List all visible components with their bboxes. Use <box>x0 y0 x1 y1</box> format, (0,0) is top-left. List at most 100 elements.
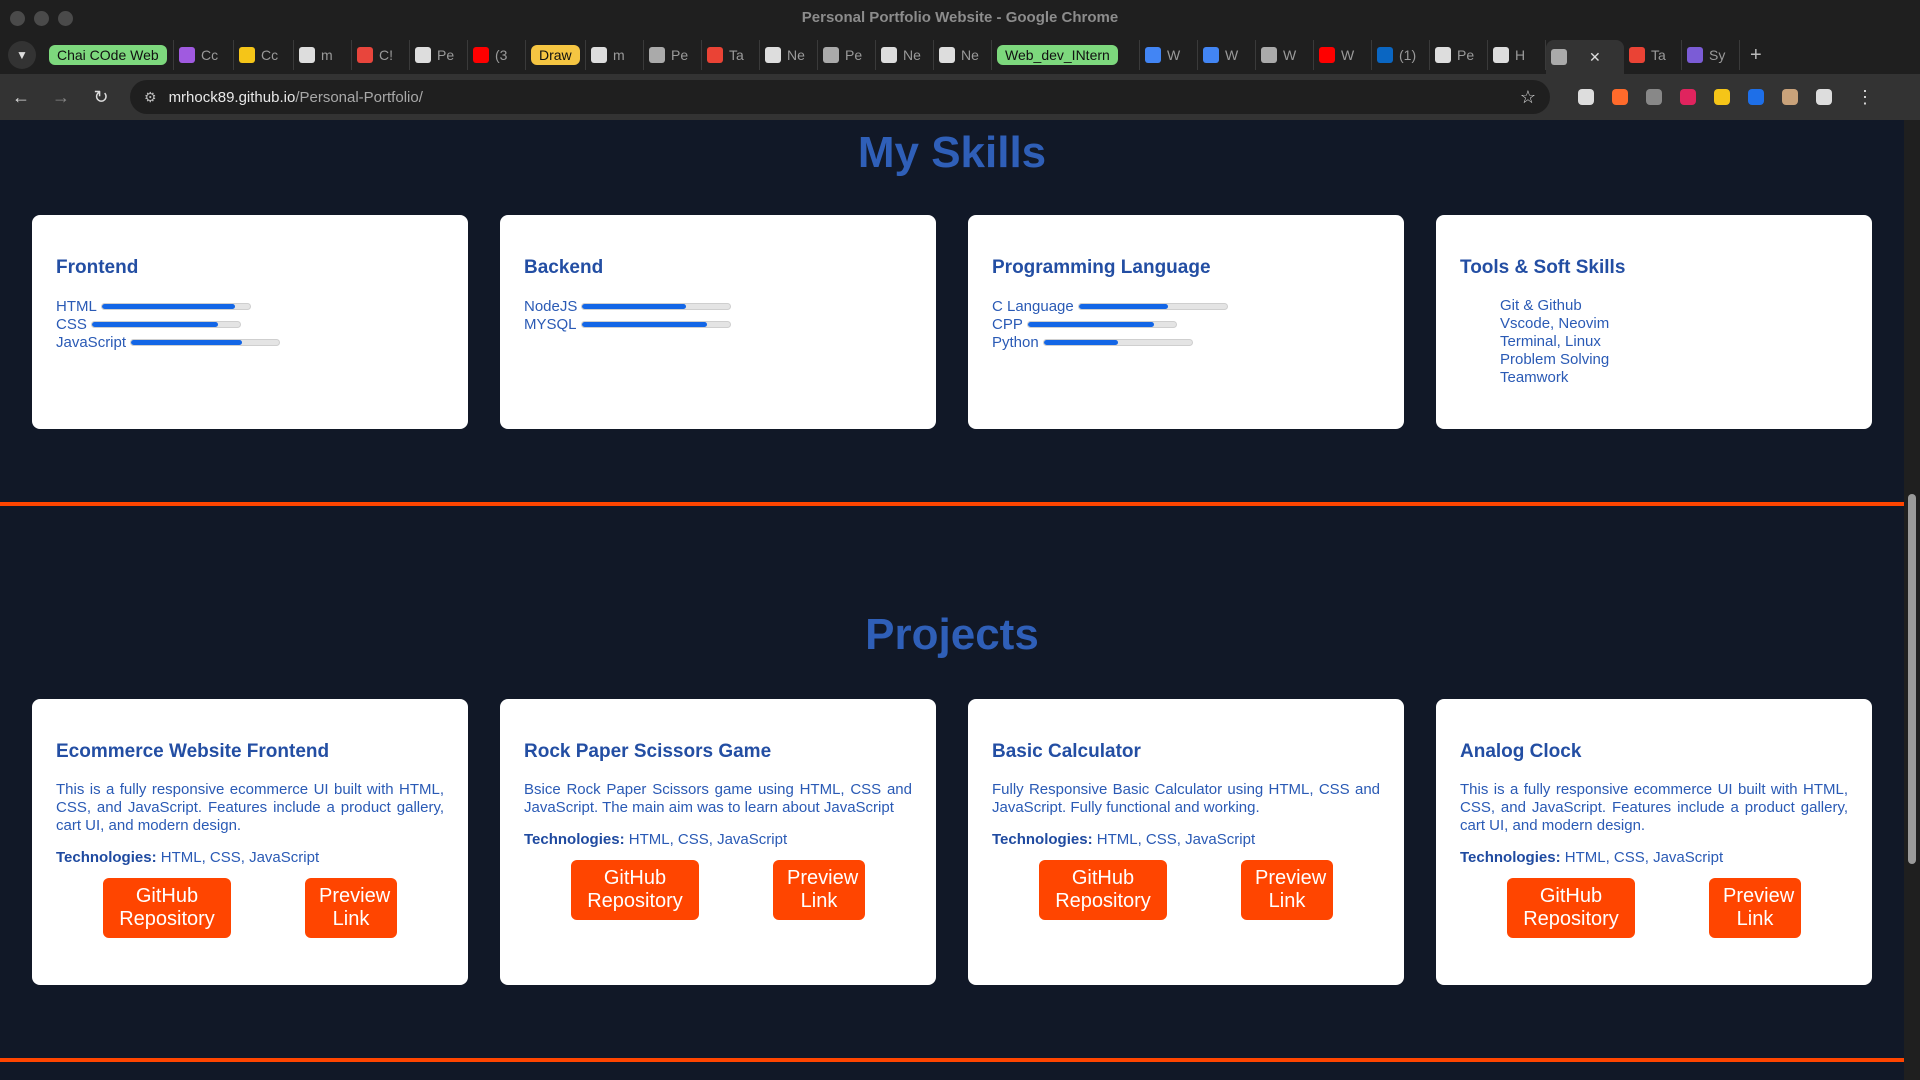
browser-tab[interactable]: Web_dev_INtern <box>992 40 1140 70</box>
extension-icon[interactable] <box>1578 89 1594 105</box>
extension-icon[interactable] <box>1612 89 1628 105</box>
browser-tab[interactable]: Draw <box>526 40 586 70</box>
browser-tab[interactable]: Sy <box>1682 40 1740 70</box>
project-title: Basic Calculator <box>992 741 1141 762</box>
favicon-icon <box>1435 47 1451 63</box>
tab-strip: ▼ Chai COde Web Cc Cc m C! Pe (3 Draw m Pe Ta Ne Pe N… <box>0 36 1920 74</box>
extension-icon[interactable] <box>1680 89 1696 105</box>
browser-tab[interactable]: Ta <box>702 40 760 70</box>
preview-link-button[interactable]: Preview Link <box>773 860 865 920</box>
address-bar[interactable]: ⚙ mrhock89.github.io/Personal-Portfolio/… <box>130 80 1550 114</box>
projects-title: Projects <box>865 610 1039 659</box>
browser-tab[interactable]: W <box>1198 40 1256 70</box>
skill-progress-fill <box>1027 321 1154 327</box>
skill-name: JavaScript <box>56 333 127 351</box>
browser-tab[interactable]: W <box>1314 40 1372 70</box>
site-info-icon[interactable]: ⚙ <box>144 89 157 106</box>
favicon-icon <box>357 47 373 63</box>
browser-tab[interactable]: Pe <box>410 40 468 70</box>
skill-progress-bar <box>1026 320 1177 328</box>
scrollbar-thumb[interactable] <box>1908 494 1916 864</box>
browser-tab[interactable]: C! <box>352 40 410 70</box>
favicon-icon <box>881 47 897 63</box>
skill-progress-bar <box>1077 302 1228 310</box>
menu-dots-icon[interactable]: ⋮ <box>1856 87 1874 108</box>
extension-icon[interactable] <box>1782 89 1798 105</box>
browser-tab[interactable]: Ne <box>876 40 934 70</box>
extension-icon[interactable] <box>1748 89 1764 105</box>
forward-button[interactable]: → <box>50 87 72 108</box>
github-repository-button[interactable]: GitHub Repository <box>571 860 699 920</box>
browser-tab[interactable]: Ne <box>934 40 992 70</box>
tab-group-label: Web_dev_INtern <box>997 45 1118 65</box>
skill-row: Python <box>992 333 1380 351</box>
tab-label: W <box>1225 47 1239 63</box>
technologies-value: HTML, CSS, JavaScript <box>1096 831 1256 848</box>
preview-link-button[interactable]: Preview Link <box>1709 878 1801 938</box>
browser-tab[interactable]: Pe <box>818 40 876 70</box>
tab-label: Ta <box>729 47 744 63</box>
browser-tab[interactable]: m <box>586 40 644 70</box>
project-title: Analog Clock <box>1460 741 1582 762</box>
skill-name: HTML <box>56 297 97 315</box>
skill-name: Python <box>992 333 1039 351</box>
skill-card-backend: Backend NodeJS MYSQL <box>500 215 936 429</box>
extension-icon[interactable] <box>1646 89 1662 105</box>
browser-tab[interactable]: ✕ <box>1546 40 1624 74</box>
maximize-window-button[interactable] <box>58 10 73 26</box>
skill-progress-fill <box>131 339 243 345</box>
skill-name: MYSQL <box>524 315 577 333</box>
github-repository-button[interactable]: GitHub Repository <box>1039 860 1167 920</box>
github-repository-button[interactable]: GitHub Repository <box>1507 878 1635 938</box>
favicon-icon <box>707 47 723 63</box>
skill-name: CPP <box>992 315 1023 333</box>
favicon-icon <box>415 47 431 63</box>
browser-tab[interactable]: Ta <box>1624 40 1682 70</box>
section-divider <box>0 502 1904 506</box>
browser-tab[interactable]: (1) <box>1372 40 1430 70</box>
close-window-button[interactable] <box>10 10 25 26</box>
new-tab-button[interactable]: + <box>1750 44 1762 67</box>
page-scrollbar[interactable] <box>1904 120 1920 1080</box>
skill-progress-bar <box>581 302 732 310</box>
github-repository-button[interactable]: GitHub Repository <box>103 878 231 938</box>
browser-tab[interactable]: (3 <box>468 40 526 70</box>
browser-tab[interactable]: Pe <box>1430 40 1488 70</box>
favicon-icon <box>649 47 665 63</box>
back-button[interactable]: ← <box>10 87 32 108</box>
skill-progress-fill <box>581 321 708 327</box>
tab-label: Ta <box>1651 47 1666 63</box>
minimize-window-button[interactable] <box>34 10 49 26</box>
project-card: Basic Calculator Fully Responsive Basic C… <box>968 699 1404 985</box>
extension-icon[interactable] <box>1816 89 1832 105</box>
project-description: This is a fully responsive ecommerce UI … <box>56 781 444 834</box>
browser-tab[interactable]: H <box>1488 40 1546 70</box>
browser-tab[interactable]: Pe <box>644 40 702 70</box>
browser-tab[interactable]: W <box>1140 40 1198 70</box>
project-buttons: GitHub Repository Preview Link <box>1460 878 1848 938</box>
favicon-icon <box>1145 47 1161 63</box>
tab-search-button[interactable]: ▼ <box>8 41 36 69</box>
browser-tab[interactable]: m <box>294 40 352 70</box>
browser-tab[interactable]: Cc <box>174 40 234 70</box>
bookmark-star-icon[interactable]: ☆ <box>1520 87 1536 108</box>
address-url[interactable]: mrhock89.github.io/Personal-Portfolio/ <box>169 89 423 106</box>
close-tab-icon[interactable]: ✕ <box>1589 49 1601 66</box>
browser-tab[interactable]: W <box>1256 40 1314 70</box>
technologies-label: Technologies: <box>524 831 625 848</box>
tab-label: W <box>1283 47 1297 63</box>
browser-tab[interactable]: Cc <box>234 40 294 70</box>
preview-link-button[interactable]: Preview Link <box>305 878 397 938</box>
browser-toolbar: ← → ↻ ⚙ mrhock89.github.io/Personal-Port… <box>0 74 1920 120</box>
favicon-icon <box>765 47 781 63</box>
browser-tab[interactable]: Ne <box>760 40 818 70</box>
reload-button[interactable]: ↻ <box>90 87 112 108</box>
extension-icon[interactable] <box>1714 89 1730 105</box>
favicon-icon <box>823 47 839 63</box>
tab-label: Pe <box>437 47 455 63</box>
preview-link-button[interactable]: Preview Link <box>1241 860 1333 920</box>
project-description: Bsice Rock Paper Scissors game using HTM… <box>524 781 912 816</box>
arrow-right-icon: → <box>52 86 70 107</box>
browser-tab[interactable]: Chai COde Web <box>44 40 174 70</box>
skill-row: MYSQL <box>524 315 912 333</box>
